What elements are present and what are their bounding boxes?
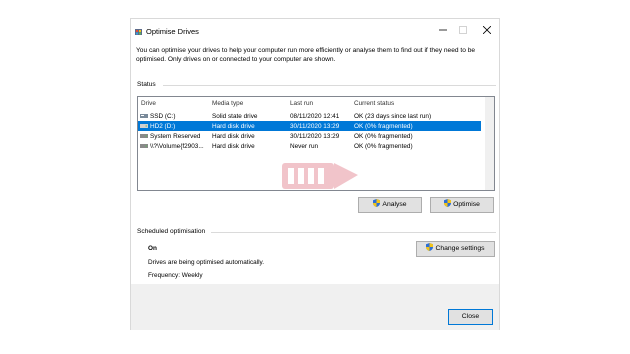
dialog-footer: Close xyxy=(131,284,499,330)
column-header-current-status[interactable]: Current status xyxy=(354,100,394,107)
list-scrollbar[interactable] xyxy=(485,97,494,190)
ssd-drive-icon xyxy=(140,114,148,118)
drive-media-type: Solid state drive xyxy=(212,112,258,120)
close-window-button[interactable] xyxy=(477,23,497,41)
close-label: Close xyxy=(461,313,480,320)
uac-shield-icon xyxy=(444,199,452,207)
drive-media-type: Hard disk drive xyxy=(212,132,255,140)
scheduled-section-label: Scheduled optimisation xyxy=(137,228,206,235)
close-icon xyxy=(482,25,492,35)
drive-last-run: 30/11/2020 13:29 xyxy=(290,122,340,130)
drive-current-status: OK (23 days since last run) xyxy=(354,112,432,120)
maximize-button[interactable] xyxy=(453,23,473,41)
optimise-button[interactable]: Optimise xyxy=(430,197,494,213)
minimize-button[interactable] xyxy=(433,23,453,41)
close-button[interactable]: Close xyxy=(448,309,493,325)
change-settings-button[interactable]: Change settings xyxy=(416,241,495,257)
drive-name: SSD (C:) xyxy=(150,112,176,120)
drive-last-run: Never run xyxy=(290,142,319,150)
window-title: Optimise Drives xyxy=(146,27,199,36)
drive-last-run: 08/11/2020 12:41 xyxy=(290,112,340,120)
watermark-logo xyxy=(282,163,358,189)
maximize-icon xyxy=(459,26,467,34)
status-divider xyxy=(163,85,496,86)
analyse-label: Analyse xyxy=(382,201,407,208)
drive-current-status: OK (0% fragmented) xyxy=(354,142,413,150)
drive-last-run: 30/11/2020 13:29 xyxy=(290,132,340,140)
drive-media-type: Hard disk drive xyxy=(212,142,255,150)
drive-name: \\?\Volume{f2903... xyxy=(150,142,204,150)
drive-current-status: OK (0% fragmented) xyxy=(354,122,413,130)
column-header-media-type[interactable]: Media type xyxy=(212,100,243,107)
change-settings-label: Change settings xyxy=(435,245,485,252)
scheduled-divider xyxy=(211,232,496,233)
optimise-label: Optimise xyxy=(453,201,480,208)
schedule-state: On xyxy=(148,245,157,252)
drive-name: HD2 (D:) xyxy=(150,122,176,130)
drive-row-selected[interactable]: HD2 (D:) Hard disk drive 30/11/2020 13:2… xyxy=(138,121,481,131)
defrag-app-icon xyxy=(135,29,142,35)
drive-row[interactable]: System Reserved Hard disk drive 30/11/20… xyxy=(138,131,481,141)
uac-shield-icon xyxy=(373,199,381,207)
drive-media-type: Hard disk drive xyxy=(212,122,255,130)
drive-name: System Reserved xyxy=(150,132,201,140)
status-section-label: Status xyxy=(137,81,156,88)
uac-shield-icon xyxy=(426,243,434,251)
column-header-drive[interactable]: Drive xyxy=(141,100,156,107)
minimize-icon xyxy=(439,29,447,31)
title-bar[interactable]: Optimise Drives xyxy=(131,19,499,45)
drive-row[interactable]: \\?\Volume{f2903... Hard disk drive Neve… xyxy=(138,141,481,151)
hard-drive-icon xyxy=(140,124,148,128)
analyse-button[interactable]: Analyse xyxy=(358,197,422,213)
hard-drive-icon xyxy=(140,144,148,148)
column-header-last-run[interactable]: Last run xyxy=(290,100,313,107)
drive-row[interactable]: SSD (C:) Solid state drive 08/11/2020 12… xyxy=(138,111,481,121)
drive-current-status: OK (0% fragmented) xyxy=(354,132,413,140)
schedule-description: Drives are being optimised automatically… xyxy=(148,259,265,266)
schedule-frequency: Frequency: Weekly xyxy=(148,272,203,279)
hard-drive-icon xyxy=(140,134,148,138)
window-description: You can optimise your drives to help you… xyxy=(136,47,476,64)
